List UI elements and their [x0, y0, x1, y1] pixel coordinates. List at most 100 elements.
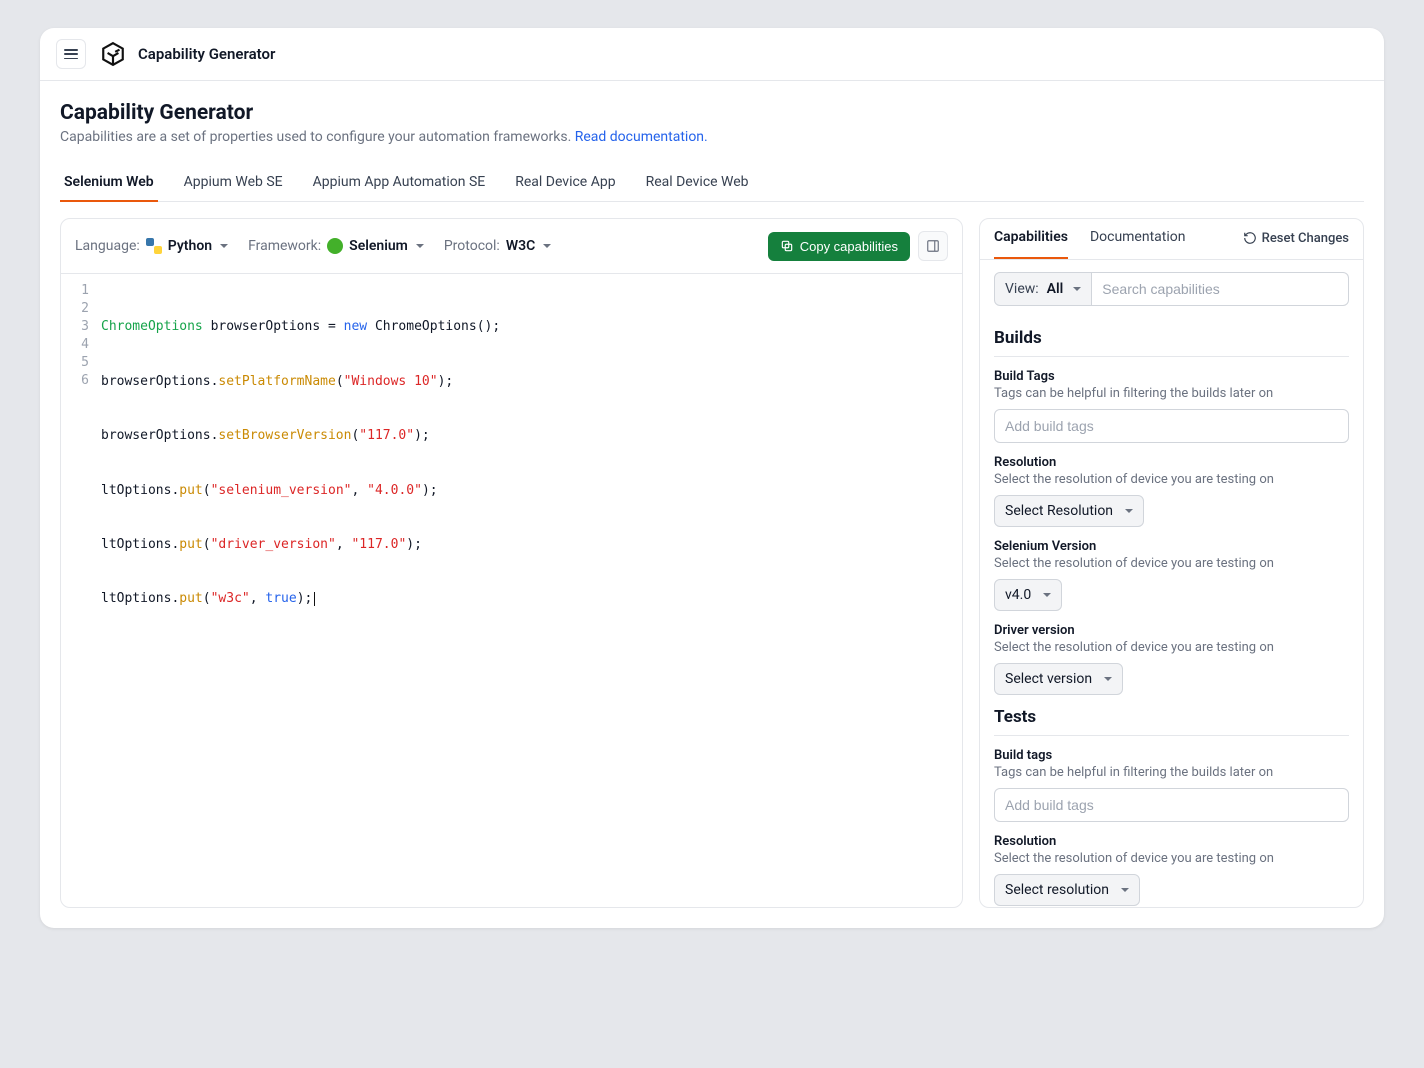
code-line: ChromeOptions browserOptions = new Chrom… [101, 318, 962, 336]
chevron-down-icon [220, 244, 228, 248]
driver-version-select[interactable]: Select version [994, 663, 1123, 695]
code-area[interactable]: 1 2 3 4 5 6 ChromeOptions browserOptions… [61, 274, 962, 907]
chevron-down-icon [1125, 509, 1133, 513]
dropdown-value: Select version [1005, 671, 1092, 687]
code-line: browserOptions.setBrowserVersion("117.0"… [101, 427, 962, 445]
gutter: 1 2 3 4 5 6 [61, 282, 101, 899]
reset-changes-button[interactable]: Reset Changes [1243, 231, 1349, 258]
toggle-panel-button[interactable] [918, 231, 948, 261]
tab-real-device-web[interactable]: Real Device Web [642, 164, 753, 202]
code-header: Language: Python Framework: Selenium Pro… [61, 219, 962, 274]
line-number: 6 [61, 372, 89, 390]
menu-hamburger-button[interactable] [56, 39, 86, 69]
view-filter-select[interactable]: View: All [994, 272, 1092, 306]
code-lines: ChromeOptions browserOptions = new Chrom… [101, 282, 962, 899]
capabilities-scroll[interactable]: Builds Build Tags Tags can be helpful in… [980, 318, 1363, 907]
code-line: browserOptions.setPlatformName("Windows … [101, 373, 962, 391]
tab-appium-app-automation-se[interactable]: Appium App Automation SE [309, 164, 490, 202]
code-line: ltOptions.put("selenium_version", "4.0.0… [101, 482, 962, 500]
page-subtitle: Capabilities are a set of properties use… [60, 129, 1364, 145]
search-capabilities-input[interactable] [1092, 272, 1349, 306]
dropdown-value: v4.0 [1005, 587, 1031, 603]
view-value: All [1047, 281, 1064, 297]
line-number: 2 [61, 300, 89, 318]
build-tags-input[interactable] [994, 409, 1349, 443]
selenium-version-select[interactable]: v4.0 [994, 579, 1062, 611]
topbar: Capability Generator [40, 28, 1384, 81]
text-cursor [314, 592, 315, 606]
field-desc: Select the resolution of device you are … [994, 640, 1349, 655]
code-header-actions: Copy capabilities [768, 231, 948, 261]
section-builds-heading: Builds [994, 328, 1349, 357]
panel-right-icon [926, 239, 940, 253]
line-number: 5 [61, 354, 89, 372]
protocol-value: W3C [506, 238, 535, 254]
tab-documentation[interactable]: Documentation [1090, 229, 1186, 259]
copy-label: Copy capabilities [800, 239, 898, 254]
code-line: ltOptions.put("w3c", true); [101, 590, 962, 608]
field-desc: Select the resolution of device you are … [994, 556, 1349, 571]
field-desc: Select the resolution of device you are … [994, 472, 1349, 487]
field-desc: Tags can be helpful in filtering the bui… [994, 386, 1349, 401]
reset-label: Reset Changes [1262, 231, 1349, 246]
section-tests-heading: Tests [994, 707, 1349, 736]
field-desc: Tags can be helpful in filtering the bui… [994, 765, 1349, 780]
subtitle-text: Capabilities are a set of properties use… [60, 129, 575, 145]
line-number: 3 [61, 318, 89, 336]
framework-label: Framework: [248, 238, 321, 254]
line-number: 4 [61, 336, 89, 354]
tabs-row: Selenium Web Appium Web SE Appium App Au… [60, 163, 1364, 202]
selenium-icon [327, 238, 343, 254]
field-driver-version: Driver version Select the resolution of … [994, 623, 1349, 695]
chevron-down-icon [1043, 593, 1051, 597]
resolution-select[interactable]: Select Resolution [994, 495, 1144, 527]
language-label: Language: [75, 238, 140, 254]
content-row: Language: Python Framework: Selenium Pro… [40, 202, 1384, 928]
app-window: Capability Generator Capability Generato… [40, 28, 1384, 928]
field-label: Resolution [994, 455, 1349, 470]
tab-selenium-web[interactable]: Selenium Web [60, 164, 158, 202]
chevron-down-icon [1073, 287, 1081, 291]
protocol-selector[interactable]: Protocol: W3C [444, 238, 551, 254]
protocol-label: Protocol: [444, 238, 500, 254]
copy-icon [780, 239, 794, 253]
doc-link[interactable]: Read documentation. [575, 129, 708, 145]
chevron-down-icon [543, 244, 551, 248]
view-label: View: [1005, 281, 1039, 297]
dropdown-value: Select Resolution [1005, 503, 1113, 519]
chevron-down-icon [1104, 677, 1112, 681]
field-tests-resolution: Resolution Select the resolution of devi… [994, 834, 1349, 906]
field-desc: Select the resolution of device you are … [994, 851, 1349, 866]
app-title: Capability Generator [138, 45, 275, 63]
logo: Capability Generator [100, 41, 275, 67]
reset-icon [1243, 231, 1257, 245]
tab-capabilities[interactable]: Capabilities [994, 229, 1068, 259]
tests-resolution-select[interactable]: Select resolution [994, 874, 1140, 906]
right-tabs: Capabilities Documentation Reset Changes [980, 219, 1363, 259]
framework-value: Selenium [349, 238, 408, 254]
field-resolution: Resolution Select the resolution of devi… [994, 455, 1349, 527]
tab-real-device-app[interactable]: Real Device App [511, 164, 619, 202]
field-selenium-version: Selenium Version Select the resolution o… [994, 539, 1349, 611]
header-section: Capability Generator Capabilities are a … [40, 81, 1384, 202]
selectors: Language: Python Framework: Selenium Pro… [75, 238, 551, 254]
code-panel: Language: Python Framework: Selenium Pro… [60, 218, 963, 908]
capabilities-panel: Capabilities Documentation Reset Changes… [979, 218, 1364, 908]
field-label: Driver version [994, 623, 1349, 638]
chevron-down-icon [1121, 888, 1129, 892]
chevron-down-icon [416, 244, 424, 248]
field-build-tags: Build Tags Tags can be helpful in filter… [994, 369, 1349, 443]
tab-appium-web-se[interactable]: Appium Web SE [180, 164, 287, 202]
framework-selector[interactable]: Framework: Selenium [248, 238, 424, 254]
python-icon [146, 238, 162, 254]
language-value: Python [168, 238, 212, 254]
field-label: Build tags [994, 748, 1349, 763]
field-label: Build Tags [994, 369, 1349, 384]
dropdown-value: Select resolution [1005, 882, 1109, 898]
hamburger-icon [64, 49, 78, 59]
copy-capabilities-button[interactable]: Copy capabilities [768, 232, 910, 261]
tests-build-tags-input[interactable] [994, 788, 1349, 822]
language-selector[interactable]: Language: Python [75, 238, 228, 254]
page-title: Capability Generator [60, 101, 1364, 125]
brand-icon [100, 41, 126, 67]
